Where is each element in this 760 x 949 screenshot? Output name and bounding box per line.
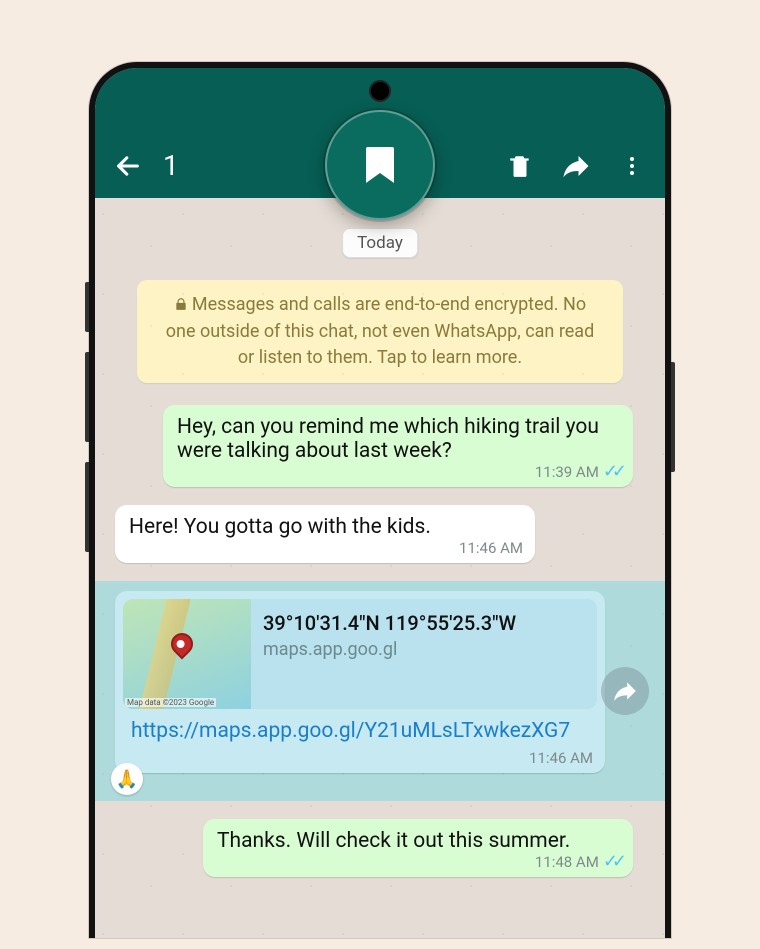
- more-icon[interactable]: [617, 151, 647, 181]
- map-attribution: Map data ©2023 Google: [125, 698, 216, 707]
- reaction-emoji: 🙏: [116, 769, 138, 790]
- message-text: Hey, can you remind me which hiking trai…: [177, 415, 599, 463]
- link-preview[interactable]: Map data ©2023 Google 39°10'31.4"N 119°5…: [123, 599, 597, 709]
- phone-side-button: [85, 282, 89, 332]
- lock-icon: [174, 293, 188, 319]
- message-incoming[interactable]: Here! You gotta go with the kids. 11:46 …: [115, 505, 535, 563]
- bookmark-icon: [356, 141, 404, 189]
- phone-side-button: [85, 462, 89, 552]
- back-icon[interactable]: [113, 151, 143, 181]
- bookmark-spacer: [429, 151, 479, 181]
- link-url[interactable]: https://maps.app.goo.gl/Y21uMLsLTxwkezXG…: [123, 709, 597, 745]
- message-text: Here! You gotta go with the kids.: [129, 515, 431, 539]
- date-separator: Today: [342, 228, 418, 258]
- message-time: 11:46 AM: [459, 539, 523, 557]
- quick-forward-button[interactable]: [601, 667, 649, 715]
- selected-count: 1: [163, 149, 347, 182]
- chat-body: Today Messages and calls are end-to-end …: [95, 198, 665, 938]
- link-preview-title: 39°10'31.4"N 119°55'25.3"W: [263, 611, 516, 635]
- phone-side-button: [85, 352, 89, 442]
- message-incoming-link[interactable]: Map data ©2023 Google 39°10'31.4"N 119°5…: [115, 591, 605, 773]
- delete-icon[interactable]: [505, 151, 535, 181]
- message-outgoing[interactable]: Hey, can you remind me which hiking trai…: [163, 405, 633, 487]
- forward-icon: [612, 678, 638, 704]
- phone-frame: 1 Today: [89, 62, 671, 938]
- selected-message-row[interactable]: Map data ©2023 Google 39°10'31.4"N 119°5…: [95, 581, 665, 801]
- message-outgoing[interactable]: Thanks. Will check it out this summer. 1…: [203, 819, 633, 877]
- map-thumbnail: Map data ©2023 Google: [123, 599, 251, 709]
- message-time: 11:46 AM: [529, 749, 593, 767]
- phone-side-button: [671, 362, 675, 472]
- forward-icon[interactable]: [561, 151, 591, 181]
- star-message-button[interactable]: [325, 110, 435, 220]
- message-time: 11:48 AM: [535, 853, 599, 871]
- phone-camera: [371, 82, 389, 100]
- message-reaction[interactable]: 🙏: [111, 763, 143, 795]
- encryption-text: Messages and calls are end-to-end encryp…: [166, 294, 594, 368]
- message-time: 11:39 AM: [535, 463, 599, 481]
- link-preview-domain: maps.app.goo.gl: [263, 639, 516, 660]
- encryption-notice[interactable]: Messages and calls are end-to-end encryp…: [137, 280, 623, 383]
- message-text: Thanks. Will check it out this summer.: [217, 829, 570, 853]
